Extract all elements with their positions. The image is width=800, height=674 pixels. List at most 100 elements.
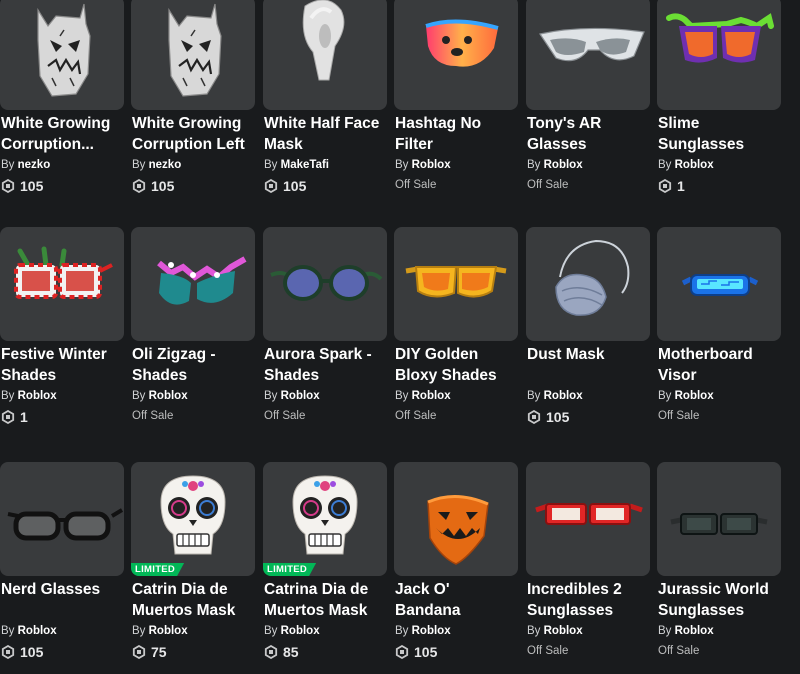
item-creator: By Roblox xyxy=(527,159,583,171)
item-name-link[interactable]: Oli Zigzag - Shades xyxy=(132,344,256,386)
catalog-item-card[interactable]: Jurassic World Sunglasses By Roblox Off Sa… xyxy=(657,462,781,662)
creator-name-link[interactable]: nezko xyxy=(149,159,182,171)
price-value: Off Sale xyxy=(658,645,700,657)
creator-name-link[interactable]: nezko xyxy=(18,159,51,171)
item-name-link[interactable]: DIY Golden Bloxy Shades xyxy=(395,344,519,386)
item-thumbnail[interactable] xyxy=(131,0,255,110)
catalog-item-card[interactable]: LIMITED Catrin Dia de Muertos Mask By Robl… xyxy=(131,462,255,662)
robux-icon xyxy=(1,179,15,193)
price-value: Off Sale xyxy=(132,410,174,422)
catalog-item-card[interactable]: Nerd Glasses By Roblox 105 xyxy=(0,462,124,662)
creator-name-link[interactable]: Roblox xyxy=(544,390,583,402)
item-thumbnail[interactable] xyxy=(0,0,124,110)
item-thumbnail[interactable] xyxy=(394,462,518,576)
item-name-link[interactable]: Dust Mask xyxy=(527,344,651,365)
creator-name-link[interactable]: Roblox xyxy=(149,390,188,402)
item-name-link[interactable]: Slime Sunglasses xyxy=(658,113,782,155)
price-value: Off Sale xyxy=(395,410,437,422)
creator-name-link[interactable]: Roblox xyxy=(149,625,188,637)
creator-name-link[interactable]: Roblox xyxy=(675,625,714,637)
catalog-item-card[interactable]: Aurora Spark - Shades By Roblox Off Sale xyxy=(263,227,387,427)
off-sale-label: Off Sale xyxy=(527,645,568,657)
creator-prefix: By xyxy=(264,625,278,637)
item-thumbnail[interactable] xyxy=(657,462,781,576)
item-thumbnail[interactable] xyxy=(263,227,387,341)
item-thumbnail[interactable]: LIMITED xyxy=(263,462,387,576)
limited-badge: LIMITED xyxy=(131,563,184,576)
creator-name-link[interactable]: Roblox xyxy=(412,390,451,402)
catalog-item-card[interactable]: White Growing Corruption Left By nezko 105 xyxy=(131,0,255,200)
item-name-link[interactable]: White Half Face Mask xyxy=(264,113,388,155)
item-name-link[interactable]: Incredibles 2 Sunglasses xyxy=(527,579,651,621)
creator-name-link[interactable]: Roblox xyxy=(675,390,714,402)
item-thumbnail[interactable] xyxy=(0,462,124,576)
price-value: Off Sale xyxy=(527,645,569,657)
catalog-item-card[interactable]: Slime Sunglasses By Roblox 1 xyxy=(657,0,781,200)
item-name-link[interactable]: Festive Winter Shades xyxy=(1,344,125,386)
item-creator: By nezko xyxy=(1,159,50,171)
item-name-link[interactable]: Jack O' Bandana xyxy=(395,579,519,621)
item-thumbnail[interactable] xyxy=(263,0,387,110)
item-thumbnail[interactable] xyxy=(394,0,518,110)
item-creator: By Roblox xyxy=(1,625,57,637)
item-thumbnail[interactable] xyxy=(526,0,650,110)
creator-prefix: By xyxy=(395,159,409,171)
off-sale-label: Off Sale xyxy=(527,179,568,191)
item-name-link[interactable]: Jurassic World Sunglasses xyxy=(658,579,782,621)
limited-badge: LIMITED xyxy=(263,563,316,576)
item-thumbnail[interactable] xyxy=(131,227,255,341)
price-value: 105 xyxy=(546,409,570,425)
creator-name-link[interactable]: Roblox xyxy=(281,625,320,637)
item-price: 1 xyxy=(1,409,28,425)
catalog-item-card[interactable]: White Half Face Mask By MakeTafi 105 xyxy=(263,0,387,200)
item-name-link[interactable]: Motherboard Visor xyxy=(658,344,782,386)
item-name-link[interactable]: White Growing Corruption... xyxy=(1,113,125,155)
item-price: 1 xyxy=(658,178,685,194)
creator-prefix: By xyxy=(264,159,278,171)
price-value: Off Sale xyxy=(658,410,700,422)
creator-name-link[interactable]: Roblox xyxy=(544,625,583,637)
creator-name-link[interactable]: MakeTafi xyxy=(281,159,329,171)
creator-name-link[interactable]: Roblox xyxy=(544,159,583,171)
creator-name-link[interactable]: Roblox xyxy=(281,390,320,402)
item-name-link[interactable]: Aurora Spark - Shades xyxy=(264,344,388,386)
item-thumbnail[interactable] xyxy=(526,227,650,341)
catalog-item-card[interactable]: Festive Winter Shades By Roblox 1 xyxy=(0,227,124,427)
price-value: 105 xyxy=(283,178,307,194)
catalog-item-card[interactable]: Hashtag No Filter By Roblox Off Sale xyxy=(394,0,518,200)
item-thumbnail[interactable] xyxy=(526,462,650,576)
catalog-item-card[interactable]: Dust Mask By Roblox 105 xyxy=(526,227,650,427)
catalog-item-card[interactable]: White Growing Corruption... By nezko 105 xyxy=(0,0,124,200)
catalog-item-card[interactable]: Tony's AR Glasses By Roblox Off Sale xyxy=(526,0,650,200)
item-creator: By Roblox xyxy=(658,625,714,637)
item-name-link[interactable]: Hashtag No Filter xyxy=(395,113,519,155)
catalog-item-card[interactable]: LIMITED Catrina Dia de Muertos Mask By Rob… xyxy=(263,462,387,662)
catalog-item-card[interactable]: Motherboard Visor By Roblox Off Sale xyxy=(657,227,781,427)
item-price: 105 xyxy=(527,409,569,425)
item-name-link[interactable]: Catrin Dia de Muertos Mask xyxy=(132,579,256,621)
item-thumbnail[interactable] xyxy=(657,227,781,341)
item-name-link[interactable]: White Growing Corruption Left xyxy=(132,113,256,155)
robux-icon xyxy=(264,179,278,193)
creator-name-link[interactable]: Roblox xyxy=(18,390,57,402)
price-value: Off Sale xyxy=(395,179,437,191)
item-thumbnail[interactable] xyxy=(0,227,124,341)
creator-name-link[interactable]: Roblox xyxy=(412,625,451,637)
item-name-link[interactable]: Catrina Dia de Muertos Mask xyxy=(264,579,388,621)
catalog-item-card[interactable]: Jack O' Bandana By Roblox 105 xyxy=(394,462,518,662)
catalog-item-card[interactable]: Incredibles 2 Sunglasses By Roblox Off Sal… xyxy=(526,462,650,662)
creator-prefix: By xyxy=(527,625,541,637)
item-thumbnail[interactable] xyxy=(394,227,518,341)
item-creator: By Roblox xyxy=(527,625,583,637)
item-name-link[interactable]: Nerd Glasses xyxy=(1,579,125,600)
item-thumbnail[interactable]: LIMITED xyxy=(131,462,255,576)
item-creator: By Roblox xyxy=(264,625,320,637)
item-name-link[interactable]: Tony's AR Glasses xyxy=(527,113,651,155)
creator-prefix: By xyxy=(264,390,278,402)
catalog-item-card[interactable]: Oli Zigzag - Shades By Roblox Off Sale xyxy=(131,227,255,427)
creator-name-link[interactable]: Roblox xyxy=(675,159,714,171)
creator-name-link[interactable]: Roblox xyxy=(18,625,57,637)
catalog-item-card[interactable]: DIY Golden Bloxy Shades By Roblox Off Sale xyxy=(394,227,518,427)
item-thumbnail[interactable] xyxy=(657,0,781,110)
creator-name-link[interactable]: Roblox xyxy=(412,159,451,171)
